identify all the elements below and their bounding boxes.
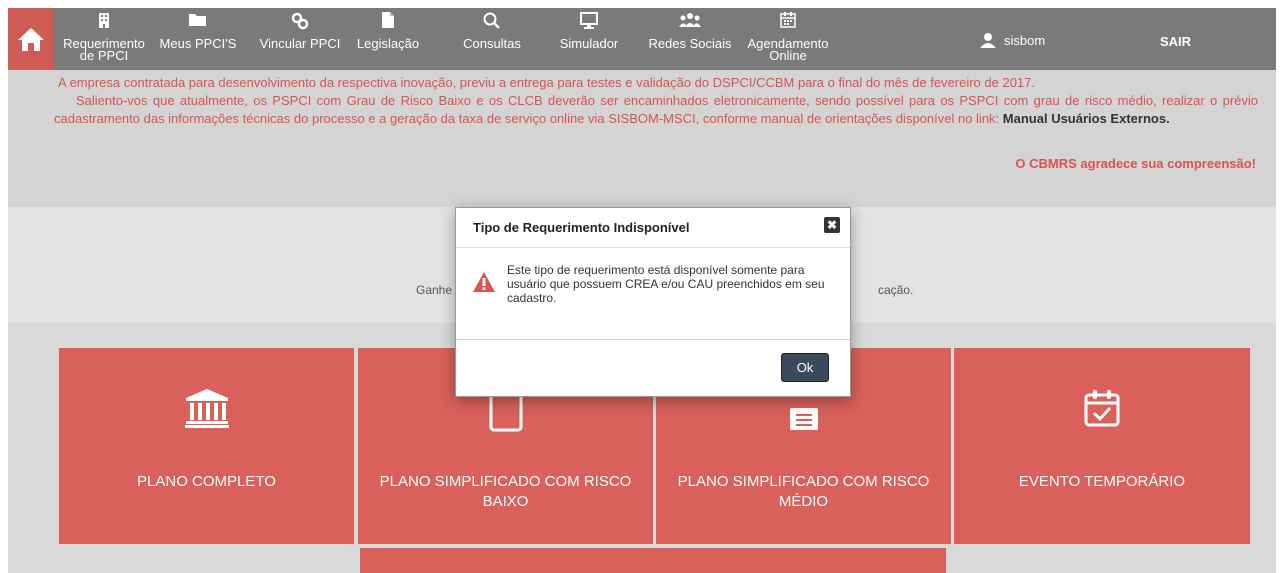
ok-button[interactable]: Ok <box>781 353 829 382</box>
notice-line-1: A empresa contratada para desenvolviment… <box>58 75 1036 90</box>
institution-icon <box>59 388 354 428</box>
nav-requerimento[interactable]: Requerimento de PPCI <box>56 8 152 70</box>
user-menu[interactable]: sisbom <box>980 32 1045 48</box>
nav-label: Redes Sociais <box>648 36 732 51</box>
notice-panel: A empresa contratada para desenvolviment… <box>8 70 1276 207</box>
nav-label-2: de PPCI <box>79 48 129 63</box>
nav-label: Simulador <box>559 36 619 51</box>
dialog-header: Tipo de Requerimento Indisponível ✖ <box>456 208 850 248</box>
nav-consultas[interactable]: Consultas <box>454 8 530 70</box>
building-icon <box>56 12 152 32</box>
nav-agendamento[interactable]: Agendamento Online <box>738 8 838 70</box>
card-label: PLANO SIMPLIFICADO COM RISCO MÉDIO <box>677 473 930 510</box>
users-icon <box>642 12 738 32</box>
nav-simulador[interactable]: Simulador <box>548 8 630 70</box>
nav-legislacao[interactable]: Legislação <box>348 8 428 70</box>
manual-link[interactable]: Manual Usuários Externos. <box>1003 111 1170 126</box>
home-button[interactable] <box>8 8 54 70</box>
nav-label-2: Online <box>769 48 807 63</box>
nav-label: Vincular PPCI <box>259 36 341 51</box>
search-icon <box>454 12 530 32</box>
notice-text: A empresa contratada para desenvolviment… <box>54 74 1258 128</box>
nav-redes-sociais[interactable]: Redes Sociais <box>642 8 738 70</box>
home-icon <box>18 28 44 51</box>
user-icon <box>980 33 996 48</box>
nav-label: Meus PPCI'S <box>159 36 237 51</box>
folder-icon <box>152 12 244 32</box>
card-label: EVENTO TEMPORÁRIO <box>1018 473 1186 490</box>
nav-label: Consultas <box>463 36 521 51</box>
monitor-icon <box>548 12 630 32</box>
page: Requerimento de PPCI Meus PPCI'S Vincula… <box>0 0 1283 573</box>
card-partial[interactable] <box>360 548 946 573</box>
calendar-check-icon <box>954 388 1250 428</box>
user-name: sisbom <box>1004 32 1046 48</box>
warning-icon <box>472 271 496 298</box>
nav-vincular-ppci[interactable]: Vincular PPCI <box>252 8 348 70</box>
card-evento-temporario[interactable]: EVENTO TEMPORÁRIO <box>954 348 1250 544</box>
unavailable-dialog: Tipo de Requerimento Indisponível ✖ Este… <box>455 207 851 397</box>
card-label: PLANO SIMPLIFICADO COM RISCO BAIXO <box>379 473 632 510</box>
card-label: PLANO COMPLETO <box>137 473 276 490</box>
calendar-icon <box>738 12 838 32</box>
notice-paragraph: Saliento-vos que atualmente, os PSPCI co… <box>54 92 1258 128</box>
thanks-text: O CBMRS agradece sua compreensão! <box>1015 156 1256 171</box>
info-text-left: Ganhe <box>416 283 453 297</box>
logout-button[interactable]: SAIR <box>1160 34 1191 49</box>
info-text-right: cação. <box>878 283 914 297</box>
dialog-footer: Ok <box>456 339 850 397</box>
dialog-body: Este tipo de requerimento está disponíve… <box>456 249 850 339</box>
dialog-message: Este tipo de requerimento está disponíve… <box>507 263 825 305</box>
top-nav: Requerimento de PPCI Meus PPCI'S Vincula… <box>8 8 1276 70</box>
card-plano-completo[interactable]: PLANO COMPLETO <box>59 348 354 544</box>
nav-label: Legislação <box>356 36 420 51</box>
document-icon <box>348 12 428 32</box>
close-icon[interactable]: ✖ <box>824 217 840 233</box>
dialog-title: Tipo de Requerimento Indisponível <box>473 220 690 235</box>
nav-meus-ppcis[interactable]: Meus PPCI'S <box>152 8 244 70</box>
link-icon <box>252 12 348 32</box>
